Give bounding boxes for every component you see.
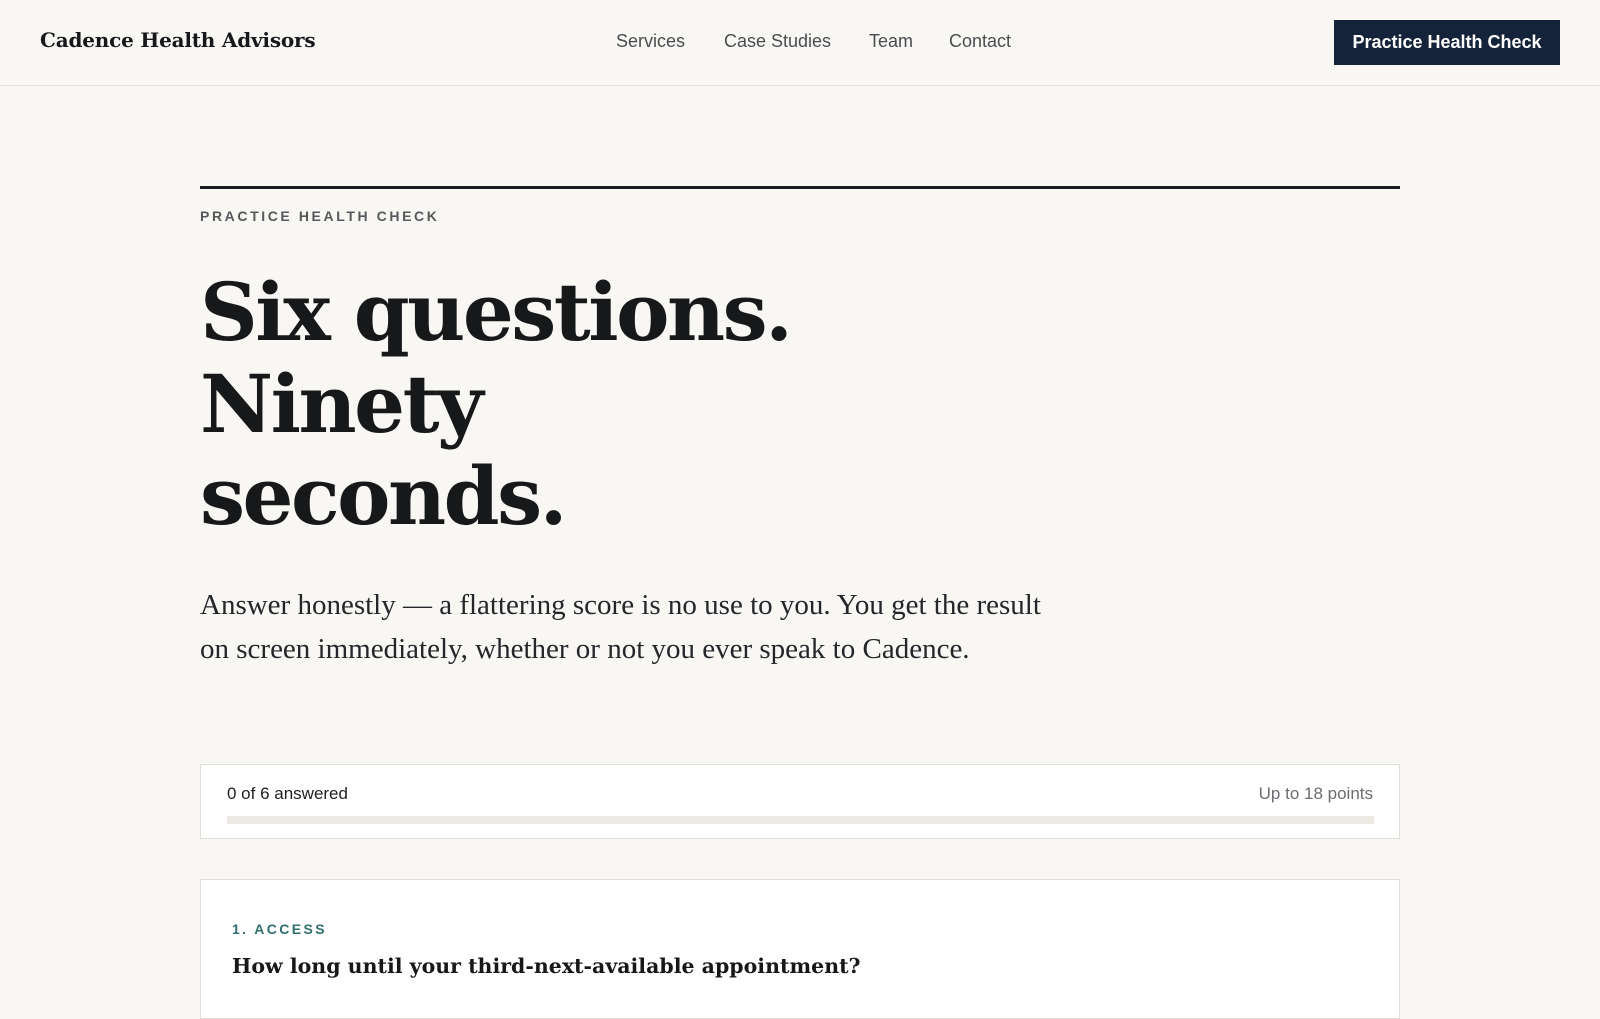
nav-services[interactable]: Services <box>616 31 685 52</box>
nav-team[interactable]: Team <box>869 31 913 52</box>
headline-line-1: Six questions. <box>200 265 793 359</box>
question-category: 1. ACCESS <box>232 921 327 937</box>
nav-contact[interactable]: Contact <box>949 31 1011 52</box>
progress-status: 0 of 6 answered <box>227 784 348 803</box>
max-points-label: Up to 18 points <box>1258 784 1373 803</box>
headline-line-3: seconds. <box>200 449 568 543</box>
intro-paragraph: Answer honestly — a flattering score is … <box>200 589 1041 665</box>
section-divider <box>200 186 1400 189</box>
question-card: 1. ACCESS How long until your third-next… <box>200 879 1400 1019</box>
site-header: Cadence Health Advisors Services Case St… <box>0 0 1600 86</box>
nav-case-studies[interactable]: Case Studies <box>724 31 831 52</box>
progress-panel: 0 of 6 answered Up to 18 points <box>200 764 1400 839</box>
practice-health-check-button[interactable]: Practice Health Check <box>1334 20 1560 65</box>
progress-bar <box>227 816 1374 824</box>
page-title: Six questions. Ninety seconds. <box>200 266 1400 542</box>
section-eyebrow: PRACTICE HEALTH CHECK <box>200 208 440 224</box>
hero-section: PRACTICE HEALTH CHECK Six questions. Nin… <box>200 186 1400 671</box>
headline-line-2: Ninety <box>200 357 484 451</box>
question-text: How long until your third-next-available… <box>232 954 861 978</box>
